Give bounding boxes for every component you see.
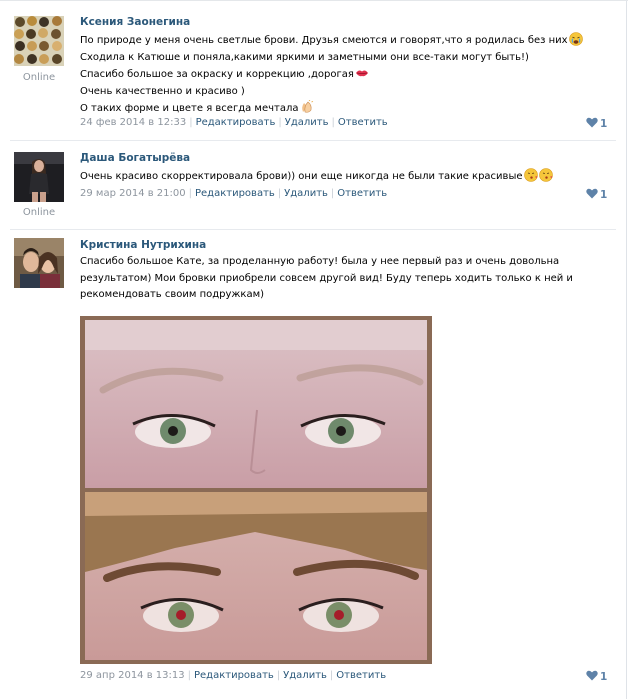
avatar[interactable] <box>14 238 64 288</box>
kissing-face-icon <box>538 168 553 182</box>
reply-link[interactable]: Ответить <box>336 670 386 681</box>
comment-line: Спасибо большое Кате, за проделанную раб… <box>80 256 560 267</box>
author-name[interactable]: Ксения Заонегина <box>80 16 190 28</box>
comment-item: Online Даша Богатырёва Очень красиво ско… <box>0 141 626 229</box>
photo-after <box>85 492 427 660</box>
comment-meta: 29 мар 2014 в 21:00 | Редактировать | Удалит… <box>80 188 388 199</box>
comment-meta: 24 фев 2014 в 12:33 | Редактировать | Удалит… <box>80 117 388 128</box>
comment-meta: 29 апр 2014 в 13:13 | Редактировать | Удалит… <box>80 670 387 681</box>
edit-link[interactable]: Редактировать <box>196 117 276 128</box>
comment-text: По природе у меня очень светлые брови. Д… <box>80 32 583 118</box>
edit-link[interactable]: Редактировать <box>195 188 275 199</box>
heart-icon <box>586 670 598 681</box>
like-count: 1 <box>600 118 608 130</box>
edit-link[interactable]: Редактировать <box>194 670 274 681</box>
comment-item: Online Ксения Заонегина По природе у мен… <box>0 0 626 140</box>
avatar[interactable] <box>14 152 64 202</box>
kiss-lips-icon <box>355 66 369 80</box>
like-button[interactable]: 1 <box>586 188 607 201</box>
online-status: Online <box>22 72 56 83</box>
comment-text: Очень красиво скорректировала брови)) он… <box>80 168 580 186</box>
like-count: 1 <box>600 189 608 201</box>
comment-line: Очень качественно и красиво ) <box>80 85 245 97</box>
like-count: 1 <box>600 671 608 683</box>
photo-before <box>85 320 427 488</box>
crying-face-icon <box>568 32 583 46</box>
delete-link[interactable]: Удалить <box>285 117 329 128</box>
heart-icon <box>586 188 598 199</box>
reply-link[interactable]: Ответить <box>338 117 388 128</box>
comment-line: Очень красиво скорректировала брови)) он… <box>80 171 523 182</box>
comment-line: Спасибо большое за окраску и коррекцию ,… <box>80 69 354 81</box>
like-button[interactable]: 1 <box>586 670 607 683</box>
comment-line: Сходила к Катюше и поняла,какими яркими … <box>80 51 529 63</box>
clapping-hands-icon <box>300 100 314 114</box>
comment-line: По природе у меня очень светлые брови. Д… <box>80 35 568 46</box>
author-name[interactable]: Кристина Нутрихина <box>80 239 206 251</box>
reply-link[interactable]: Ответить <box>337 188 387 199</box>
avatar[interactable] <box>14 16 64 66</box>
comment-line: О таких форме и цвете я всегда мечтала <box>80 103 299 115</box>
comment-date[interactable]: 24 фев 2014 в 12:33 <box>80 117 186 128</box>
delete-link[interactable]: Удалить <box>284 188 328 199</box>
before-after-eyebrows-photo[interactable] <box>80 316 432 664</box>
comment-date[interactable]: 29 апр 2014 в 13:13 <box>80 670 185 681</box>
delete-link[interactable]: Удалить <box>283 670 327 681</box>
heart-icon <box>586 117 598 128</box>
like-button[interactable]: 1 <box>586 117 607 130</box>
kissing-face-icon <box>523 168 538 182</box>
comment-line: результатом) Мои бровки приобрели совсем… <box>80 272 573 284</box>
online-status: Online <box>22 207 56 218</box>
comment-date[interactable]: 29 мар 2014 в 21:00 <box>80 188 186 199</box>
comment-text: Спасибо большое Кате, за проделанную раб… <box>80 254 580 304</box>
author-name[interactable]: Даша Богатырёва <box>80 152 190 164</box>
comment-line: рекомендовать своим подружкам) <box>80 289 265 301</box>
